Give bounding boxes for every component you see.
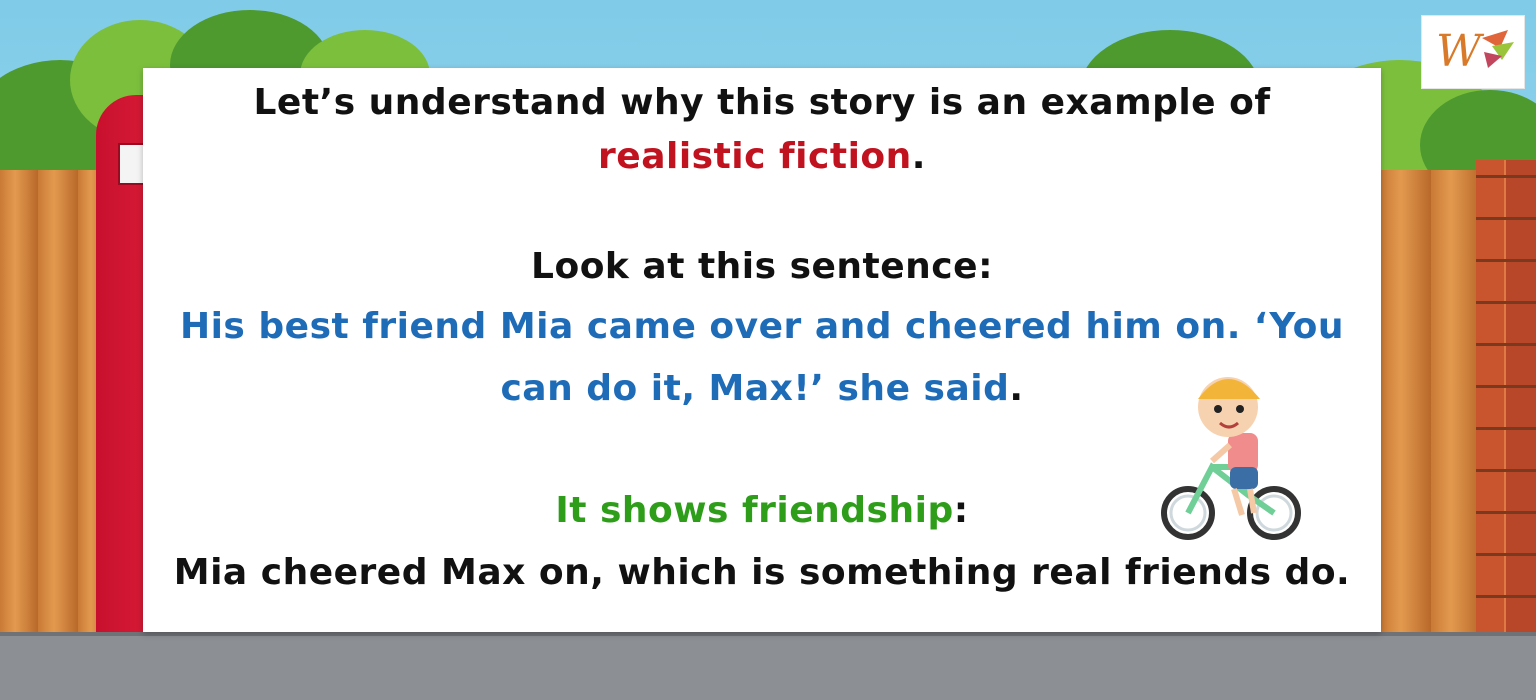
boy-on-bicycle-icon: [1150, 355, 1310, 545]
road: [0, 632, 1536, 700]
brick-wall: [1476, 160, 1536, 640]
quote-line-1: His best friend Mia came over and cheere…: [179, 306, 1345, 347]
trait-colon: :: [953, 490, 969, 531]
logo-letter: W: [1436, 26, 1485, 77]
quote-period: .: [1009, 368, 1024, 409]
logo-icon: W: [1421, 15, 1525, 89]
prompt-text: Look at this sentence:: [531, 246, 993, 287]
explanation-text: Mia cheered Max on, which is something r…: [173, 552, 1351, 593]
fence-left: [0, 170, 112, 640]
title-line-1: Let’s understand why this story is an ex…: [253, 82, 1271, 123]
fence-right: [1381, 170, 1483, 640]
trait-label: It shows friendship: [555, 490, 954, 531]
highlight-term: realistic fiction: [598, 136, 912, 177]
content-card: Let’s understand why this story is an ex…: [143, 68, 1381, 632]
title-line-2: realistic fiction.: [143, 136, 1381, 177]
quote-text: can do it, Max!’ she said: [500, 368, 1010, 409]
title-period: .: [911, 136, 926, 177]
